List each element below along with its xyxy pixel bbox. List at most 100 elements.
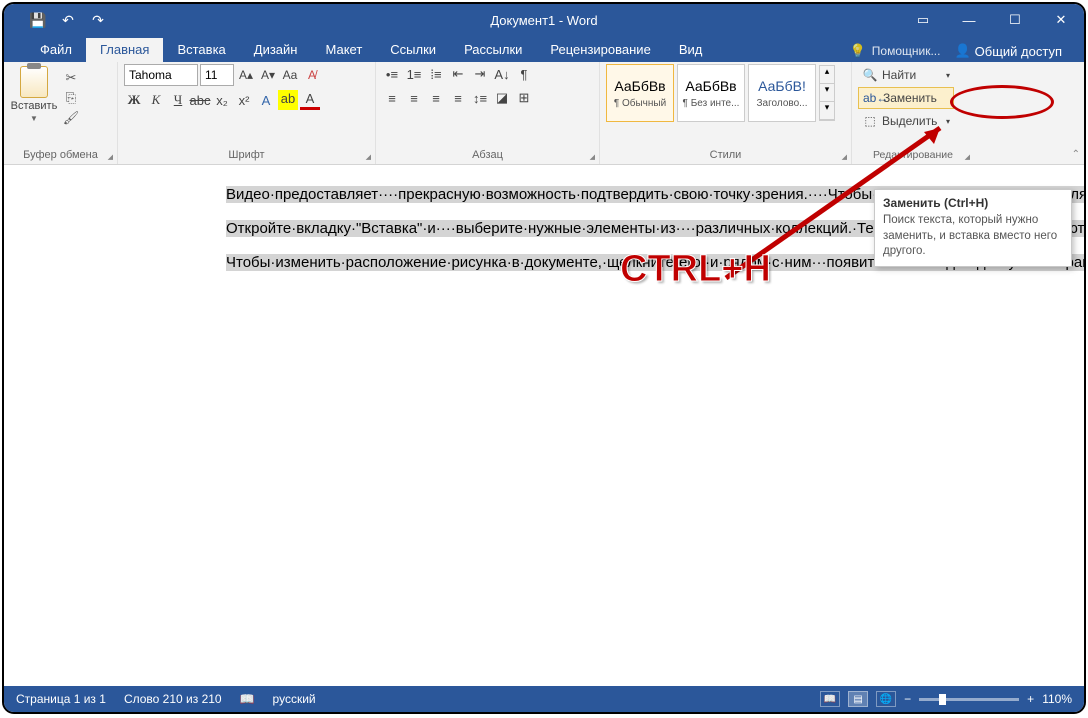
justify-icon[interactable]: ≡ (448, 88, 468, 108)
superscript-button[interactable]: x² (234, 90, 254, 110)
borders-icon[interactable]: ⊞ (514, 88, 534, 108)
tell-me-input[interactable]: Помощник... (872, 44, 941, 58)
status-words[interactable]: Слово 210 из 210 (124, 692, 222, 706)
find-label: Найти (882, 68, 916, 82)
align-right-icon[interactable]: ≡ (426, 88, 446, 108)
tooltip: Заменить (Ctrl+H) Поиск текста, который … (874, 189, 1072, 267)
collapse-ribbon-icon[interactable]: ⌃ (1072, 149, 1080, 160)
underline-button[interactable]: Ч (168, 90, 188, 110)
style-sample: АаБбВв (685, 78, 736, 94)
italic-button[interactable]: К (146, 90, 166, 110)
style-heading1[interactable]: АаБбВ! Заголово... (748, 64, 816, 122)
shading-icon[interactable]: ◪ (492, 88, 512, 108)
tab-design[interactable]: Дизайн (240, 38, 312, 62)
style-sample: АаБбВв (614, 78, 665, 94)
font-size-input[interactable] (200, 64, 234, 86)
group-font-label: Шрифт (124, 149, 369, 164)
tab-insert[interactable]: Вставка (163, 38, 239, 62)
window-title: Документ1 - Word (490, 13, 597, 28)
tab-layout[interactable]: Макет (311, 38, 376, 62)
paste-label: Вставить (11, 100, 58, 112)
tooltip-body: Поиск текста, который нужно заменить, и … (883, 213, 1063, 260)
person-icon: 👤 (954, 43, 970, 59)
bold-button[interactable]: Ж (124, 90, 144, 110)
font-name-input[interactable] (124, 64, 198, 86)
shrink-font-icon[interactable]: A▾ (258, 65, 278, 85)
view-web-icon[interactable]: 🌐 (876, 691, 896, 707)
status-page[interactable]: Страница 1 из 1 (16, 692, 106, 706)
style-name: Заголово... (757, 98, 808, 109)
maximize-icon[interactable]: ☐ (992, 4, 1038, 36)
ribbon-tabs: Файл Главная Вставка Дизайн Макет Ссылки… (4, 36, 1084, 62)
sort-icon[interactable]: A↓ (492, 64, 512, 84)
minimize-icon[interactable]: — (946, 4, 992, 36)
zoom-level[interactable]: 110% (1042, 692, 1072, 706)
copy-icon[interactable]: ⎘ (62, 90, 80, 106)
replace-label: Заменить (883, 91, 937, 105)
paste-button[interactable]: Вставить ▼ (10, 66, 58, 123)
style-sample: АаБбВ! (758, 78, 806, 94)
replace-icon: ab↔ (863, 91, 879, 105)
decrease-indent-icon[interactable]: ⇤ (448, 64, 468, 84)
align-left-icon[interactable]: ≡ (382, 88, 402, 108)
clipboard-icon (20, 66, 48, 98)
close-icon[interactable]: ✕ (1038, 4, 1084, 36)
status-bar: Страница 1 из 1 Слово 210 из 210 📖 русск… (4, 686, 1084, 712)
group-editing-label: Редактирование (858, 149, 968, 164)
tooltip-title: Заменить (Ctrl+H) (883, 196, 1063, 210)
select-label: Выделить (882, 114, 937, 128)
text-effects-icon[interactable]: A (256, 90, 276, 110)
spellcheck-icon[interactable]: 📖 (240, 692, 255, 706)
cut-icon[interactable]: ✂ (62, 70, 80, 86)
bullets-icon[interactable]: •≡ (382, 64, 402, 84)
ribbon-options-icon[interactable]: ▭ (900, 4, 946, 36)
title-bar: 💾 ↶ ↷ Документ1 - Word ▭ — ☐ ✕ (4, 4, 1084, 36)
replace-button[interactable]: ab↔ Заменить (858, 87, 954, 109)
ribbon: Вставить ▼ ✂ ⎘ 🖌 Буфер обмена A▴ A▾ Aa (4, 62, 1084, 165)
strikethrough-button[interactable]: abc (190, 90, 210, 110)
tab-references[interactable]: Ссылки (376, 38, 450, 62)
tab-home[interactable]: Главная (86, 38, 163, 62)
style-no-spacing[interactable]: АаБбВв ¶ Без инте... (677, 64, 745, 122)
binoculars-icon: 🔍 (862, 68, 878, 82)
select-button[interactable]: ⬚ Выделить ▾ (858, 110, 954, 132)
show-marks-icon[interactable]: ¶ (514, 64, 534, 84)
grow-font-icon[interactable]: A▴ (236, 65, 256, 85)
format-painter-icon[interactable]: 🖌 (62, 110, 80, 126)
status-language[interactable]: русский (273, 692, 316, 706)
highlight-icon[interactable]: ab (278, 90, 298, 110)
view-print-icon[interactable]: ▤ (848, 691, 868, 707)
redo-icon[interactable]: ↷ (90, 12, 106, 28)
style-normal[interactable]: АаБбВв ¶ Обычный (606, 64, 674, 122)
tab-review[interactable]: Рецензирование (536, 38, 664, 62)
tab-mailings[interactable]: Рассылки (450, 38, 536, 62)
change-case-icon[interactable]: Aa (280, 65, 300, 85)
increase-indent-icon[interactable]: ⇥ (470, 64, 490, 84)
share-button[interactable]: 👤 Общий доступ (946, 40, 1070, 62)
zoom-out-icon[interactable]: − (904, 692, 911, 706)
tab-view[interactable]: Вид (665, 38, 717, 62)
styles-scroll[interactable]: ▴▾▾ (819, 65, 835, 121)
group-paragraph-label: Абзац (382, 149, 593, 164)
style-name: ¶ Обычный (614, 98, 666, 109)
save-icon[interactable]: 💾 (30, 12, 46, 28)
zoom-in-icon[interactable]: + (1027, 692, 1034, 706)
zoom-slider[interactable] (919, 698, 1019, 701)
font-color-icon[interactable]: A (300, 90, 320, 110)
lightbulb-icon: 💡 (850, 43, 866, 59)
group-clipboard-label: Буфер обмена (10, 149, 111, 164)
subscript-button[interactable]: x₂ (212, 90, 232, 110)
style-name: ¶ Без инте... (683, 98, 740, 109)
numbering-icon[interactable]: 1≡ (404, 64, 424, 84)
cursor-icon: ⬚ (862, 114, 878, 128)
undo-icon[interactable]: ↶ (60, 12, 76, 28)
clear-format-icon[interactable]: A̸ (302, 65, 322, 85)
find-button[interactable]: 🔍 Найти ▾ (858, 64, 954, 86)
group-styles-label: Стили (606, 149, 845, 164)
tab-file[interactable]: Файл (26, 38, 86, 62)
align-center-icon[interactable]: ≡ (404, 88, 424, 108)
line-spacing-icon[interactable]: ↕≡ (470, 88, 490, 108)
share-label: Общий доступ (975, 44, 1062, 59)
view-read-icon[interactable]: 📖 (820, 691, 840, 707)
multilevel-icon[interactable]: ⁞≡ (426, 64, 446, 84)
